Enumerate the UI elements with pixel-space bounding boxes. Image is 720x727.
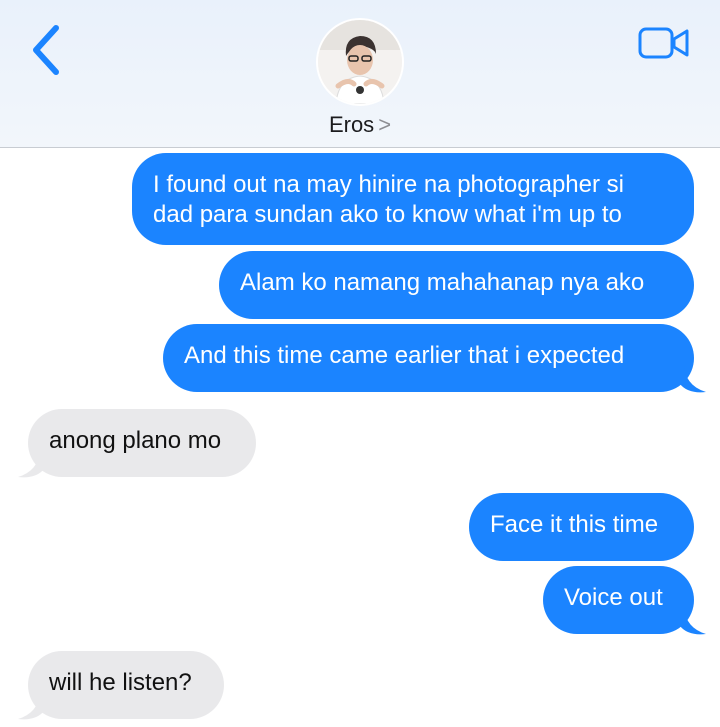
bubble-tail-incoming: [18, 451, 44, 478]
chevron-right-icon: >: [378, 112, 392, 137]
message-text-line: dad para sundan ako to know what i'm up …: [153, 201, 622, 228]
message-text: Alam ko namang mahahanap nya ako: [240, 269, 645, 296]
video-camera-icon: [638, 27, 689, 59]
back-button[interactable]: [26, 24, 66, 76]
message-bubble-outgoing[interactable]: Face it this time: [469, 493, 694, 561]
facetime-video-button[interactable]: [638, 26, 690, 60]
message-bubble-outgoing[interactable]: Alam ko namang mahahanap nya ako: [219, 251, 694, 319]
message-bubble-outgoing[interactable]: And this time came earlier that i expect…: [163, 324, 694, 392]
message-text: anong plano mo: [49, 427, 222, 454]
message-bubble-outgoing[interactable]: Voice out: [543, 566, 694, 634]
contact-name-button[interactable]: Eros >: [0, 112, 720, 138]
message-text: Face it this time: [490, 511, 659, 538]
chevron-left-icon: [33, 25, 59, 75]
message-bubble-incoming[interactable]: anong plano mo: [28, 409, 256, 477]
conversation-header: Eros >: [0, 0, 720, 148]
message-text-line: I found out na may hinire na photographe…: [153, 171, 624, 198]
bubble-tail-outgoing: [680, 366, 706, 393]
message-text: Voice out: [564, 584, 663, 611]
message-bubble-outgoing[interactable]: I found out na may hinire na photographe…: [132, 153, 694, 245]
contact-name: Eros: [328, 112, 375, 137]
contact-avatar[interactable]: [316, 18, 404, 106]
message-text: will he listen?: [49, 669, 192, 696]
bubble-tail-incoming: [18, 693, 44, 720]
person-avatar-icon: [318, 20, 402, 104]
bubble-tail-outgoing: [680, 608, 706, 635]
message-text: And this time came earlier that i expect…: [184, 342, 625, 369]
message-bubble-incoming[interactable]: will he listen?: [28, 651, 224, 719]
